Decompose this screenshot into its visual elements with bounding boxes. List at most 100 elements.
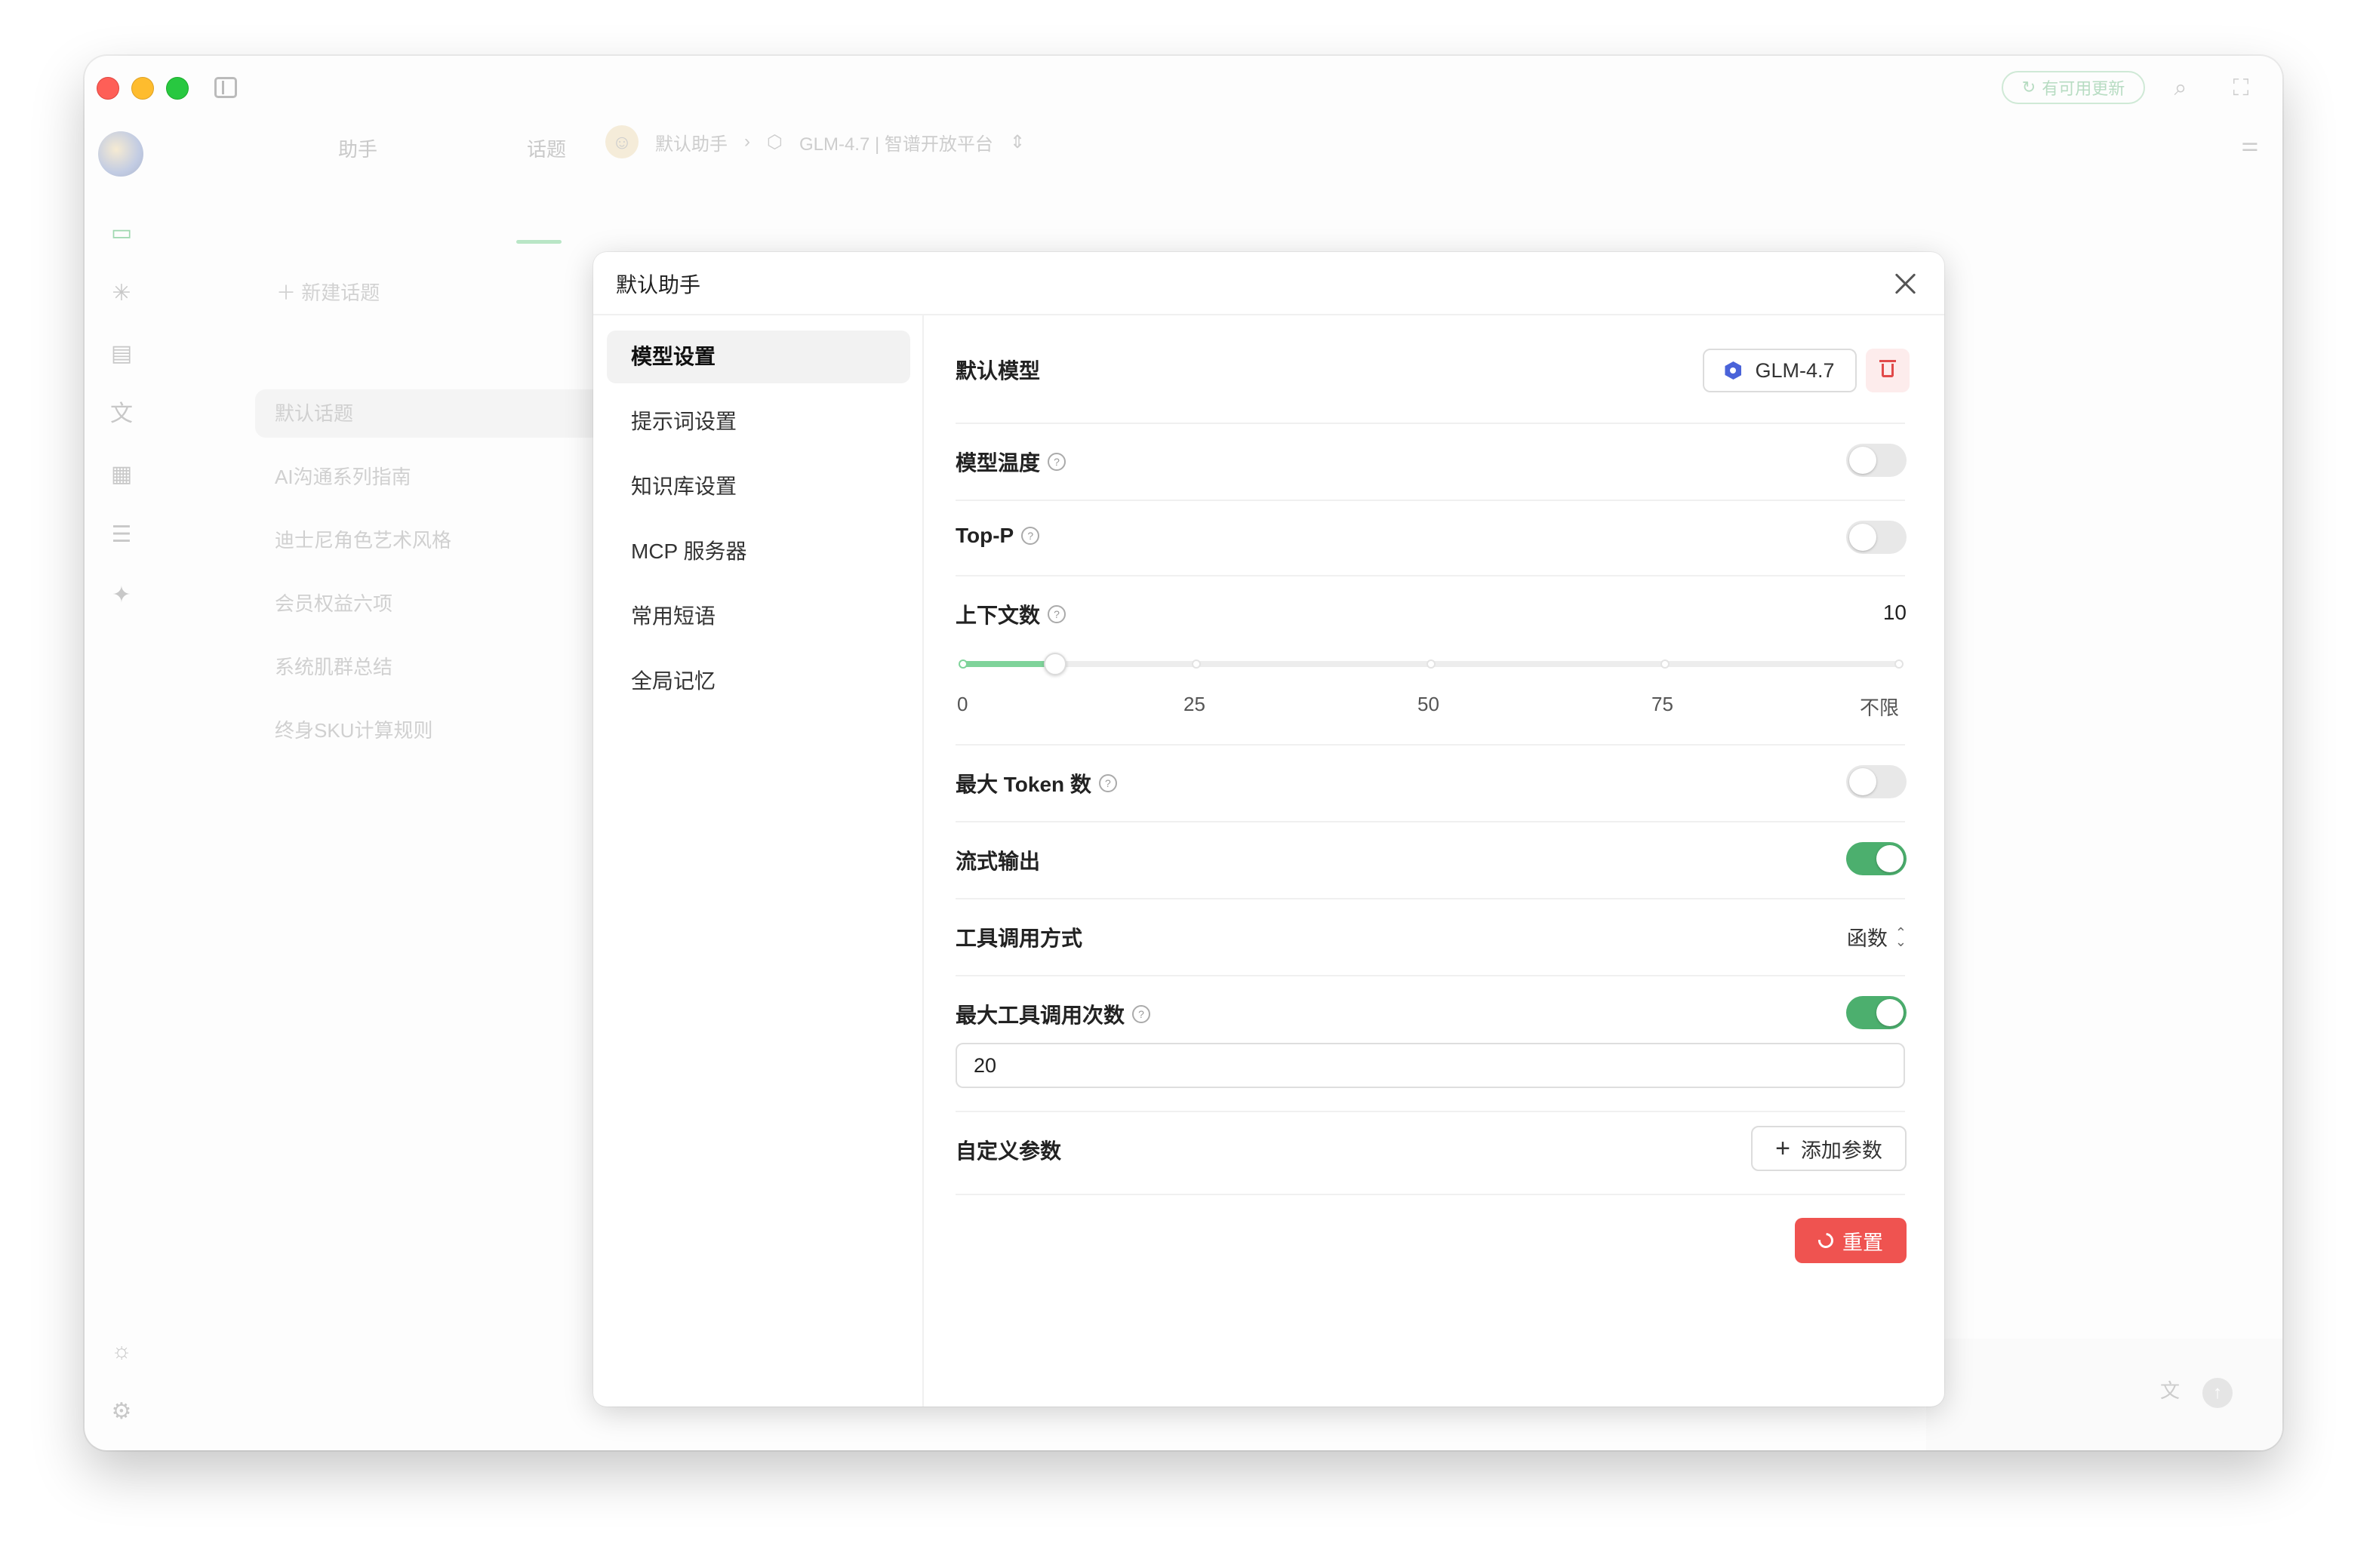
minimize-window-button[interactable] xyxy=(131,77,154,100)
star-icon[interactable]: ✦ xyxy=(107,581,136,610)
topic-item[interactable]: 终身SKU计算规则 xyxy=(275,715,432,743)
add-param-button[interactable]: + 添加参数 xyxy=(1751,1126,1907,1171)
zoom-window-button[interactable] xyxy=(166,77,189,100)
breadcrumb-assistant[interactable]: 默认助手 xyxy=(655,129,728,155)
sidebar-toggle-icon[interactable] xyxy=(214,77,237,98)
slider-mark xyxy=(959,659,968,669)
max-tool-calls-label-text: 最大工具调用次数 xyxy=(956,1004,1125,1027)
search-icon[interactable]: ⌕ xyxy=(2168,75,2193,101)
titlebar: ↻ 有可用更新 ⌕ ⛶ xyxy=(85,56,2282,121)
tab-active-indicator xyxy=(516,240,562,244)
topic-item[interactable]: 迪士尼角色艺术风格 xyxy=(275,525,451,553)
slider-tick-label: 25 xyxy=(1183,693,1205,715)
topic-item[interactable]: 系统肌群总结 xyxy=(275,652,392,680)
reset-icon xyxy=(1814,1229,1837,1252)
topic-item[interactable]: AI沟通系列指南 xyxy=(275,462,411,490)
add-param-label: 添加参数 xyxy=(1800,1139,1882,1162)
chevron-updown-icon: ⇕ xyxy=(1009,131,1025,152)
context-count-value: 10 xyxy=(1882,601,1907,624)
divider xyxy=(956,423,1905,424)
help-icon[interactable]: ? xyxy=(1048,605,1066,623)
tab-topics[interactable]: 话题 xyxy=(527,134,566,162)
close-window-button[interactable] xyxy=(97,77,119,100)
model-settings-content: 默认模型 GLM-4.7 模型温度 ? Top-P ? 上下文数 ? 10 0 … xyxy=(956,315,1910,1407)
slider-mark xyxy=(1660,659,1670,669)
slider-tick-label: 75 xyxy=(1651,693,1673,715)
help-icon[interactable]: ? xyxy=(1132,1005,1151,1023)
chat-icon[interactable]: ▭ xyxy=(107,219,136,247)
sliders-icon[interactable]: ⚌ xyxy=(2237,131,2263,157)
plus-icon: ＋ xyxy=(276,281,297,304)
sparkle-icon[interactable]: ✳ xyxy=(107,279,136,308)
notes-icon[interactable]: ☰ xyxy=(107,521,136,549)
nav-prompt-settings[interactable]: 提示词设置 xyxy=(607,395,910,448)
delete-model-button[interactable] xyxy=(1866,349,1910,392)
tool-call-mode-value: 函数 xyxy=(1846,927,1888,950)
translate-icon[interactable]: 文 xyxy=(2157,1378,2183,1404)
breadcrumb: ☺ 默认助手 › ⬡ GLM-4.7 | 智谱开放平台 ⇕ xyxy=(605,125,1025,158)
update-label: 有可用更新 xyxy=(2042,79,2125,98)
chevron-right-icon: › xyxy=(744,131,750,152)
tab-assistant[interactable]: 助手 xyxy=(338,134,377,162)
help-icon[interactable]: ? xyxy=(1048,453,1066,471)
new-topic-label: 新建话题 xyxy=(301,281,380,304)
custom-params-label: 自定义参数 xyxy=(956,1135,1061,1165)
apps-icon[interactable]: ▦ xyxy=(107,460,136,489)
nav-knowledge-settings[interactable]: 知识库设置 xyxy=(607,460,910,513)
help-icon[interactable]: ? xyxy=(1021,527,1040,545)
nav-mcp-servers[interactable]: MCP 服务器 xyxy=(607,525,910,578)
reset-button[interactable]: 重置 xyxy=(1795,1218,1907,1263)
assistant-settings-modal: 默认助手 模型设置 提示词设置 知识库设置 MCP 服务器 常用短语 全局记忆 … xyxy=(593,252,1944,1407)
topic-item[interactable]: 默认话题 xyxy=(255,389,602,438)
settings-gear-icon[interactable]: ⚙ xyxy=(107,1397,136,1426)
breadcrumb-model[interactable]: GLM-4.7 | 智谱开放平台 xyxy=(799,129,993,155)
tool-call-mode-label: 工具调用方式 xyxy=(956,922,1082,952)
translate-icon[interactable]: 文 xyxy=(107,400,136,429)
slider-tick-label: 不限 xyxy=(1860,696,1900,719)
max-tool-calls-toggle[interactable] xyxy=(1846,996,1907,1029)
theme-icon[interactable]: ☼ xyxy=(107,1337,136,1366)
divider xyxy=(956,1111,1905,1112)
default-model-label: 默认模型 xyxy=(956,355,1040,385)
model-select-button[interactable]: GLM-4.7 xyxy=(1703,349,1857,392)
tool-call-mode-label-text: 工具调用方式 xyxy=(956,927,1083,950)
top-p-label: Top-P ? xyxy=(956,524,1040,548)
nav-global-memory[interactable]: 全局记忆 xyxy=(607,655,910,708)
divider xyxy=(956,575,1905,576)
fullscreen-icon[interactable]: ⛶ xyxy=(2228,75,2254,101)
left-rail: ▭ ✳ ▤ 文 ▦ ☰ ✦ ☼ ⚙ xyxy=(85,121,163,1450)
slider-mark xyxy=(1427,659,1436,669)
app-window: ↻ 有可用更新 ⌕ ⛶ ▭ ✳ ▤ 文 ▦ ☰ ✦ ☼ ⚙ 助手 话题 ＋ 新建… xyxy=(85,56,2282,1450)
nav-common-phrases[interactable]: 常用短语 xyxy=(607,590,910,643)
top-p-toggle[interactable] xyxy=(1846,521,1907,554)
context-slider-handle[interactable] xyxy=(1044,653,1067,675)
new-topic-button[interactable]: ＋ 新建话题 xyxy=(276,278,380,306)
close-icon[interactable] xyxy=(1890,269,1920,299)
stream-output-toggle[interactable] xyxy=(1846,842,1907,875)
model-name: GLM-4.7 xyxy=(1755,358,1835,382)
help-icon[interactable]: ? xyxy=(1098,774,1117,792)
temperature-toggle[interactable] xyxy=(1846,444,1907,477)
divider xyxy=(956,1194,1905,1195)
divider xyxy=(956,898,1905,899)
model-provider-icon: ⬡ xyxy=(767,131,783,152)
reset-label: 重置 xyxy=(1842,1231,1883,1254)
max-tool-calls-input[interactable] xyxy=(956,1043,1905,1088)
slider-mark xyxy=(1894,659,1904,669)
topic-item[interactable]: 会员权益六项 xyxy=(275,589,392,616)
avatar[interactable] xyxy=(98,131,143,177)
plus-icon: + xyxy=(1775,1134,1790,1163)
divider xyxy=(956,975,1905,976)
top-p-label-text: Top-P xyxy=(956,524,1014,547)
send-icon[interactable]: ↑ xyxy=(2202,1378,2233,1408)
file-icon[interactable]: ▤ xyxy=(107,340,136,368)
slider-mark xyxy=(1192,659,1201,669)
custom-params-label-text: 自定义参数 xyxy=(956,1139,1062,1163)
tool-call-mode-select[interactable]: 函数 ⌃ ⌄ xyxy=(1847,922,1907,952)
modal-title: 默认助手 xyxy=(616,273,701,297)
settings-nav: 模型设置 提示词设置 知识库设置 MCP 服务器 常用短语 全局记忆 xyxy=(593,315,924,1407)
max-tokens-toggle[interactable] xyxy=(1846,765,1907,798)
slider-tick-label: 0 xyxy=(957,693,968,715)
update-available-button[interactable]: ↻ 有可用更新 xyxy=(2002,71,2145,104)
nav-model-settings[interactable]: 模型设置 xyxy=(607,331,910,383)
